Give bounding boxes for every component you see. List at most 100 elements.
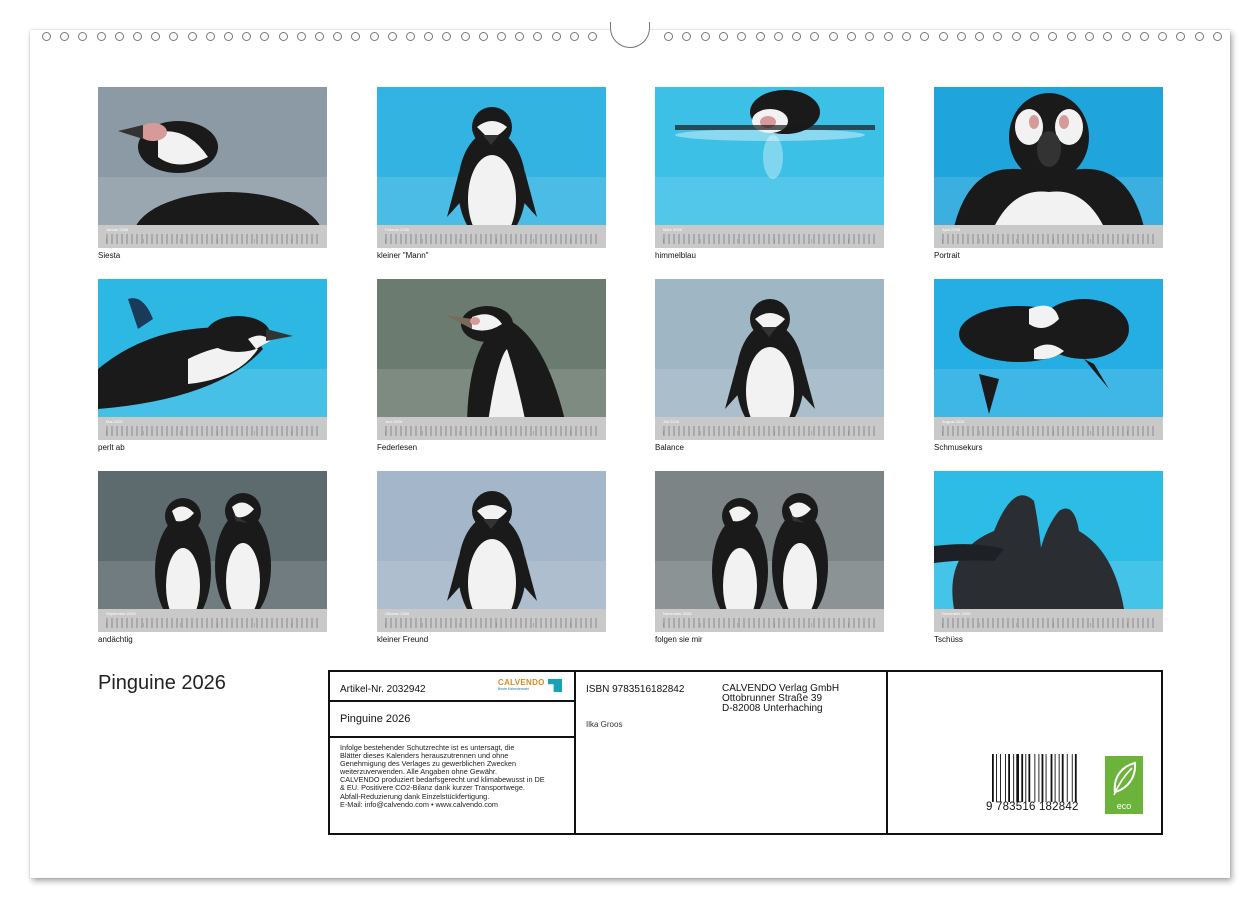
month-tile: September 2026 andächtig <box>98 471 327 644</box>
legal-text: Infolge bestehender Schutzrechte ist es … <box>340 743 572 809</box>
month-name: Februar 2026 <box>385 227 410 232</box>
month-tile: November 2026 folgen sie mir <box>655 471 884 644</box>
leaf-icon <box>1113 761 1137 796</box>
penguin-photo <box>934 87 1163 225</box>
calvendo-logo: CALVENDO Beste Kalenderwahl <box>498 678 564 696</box>
calendar-strip: Dezember 2026 <box>934 609 1163 632</box>
calendar-strip: Januar 2026 <box>98 225 327 248</box>
day-holidays <box>663 431 876 435</box>
binding-hole <box>1194 32 1204 41</box>
barcode: 9 783516 182842 <box>986 754 1080 814</box>
binding-hole <box>296 32 306 41</box>
binding-hole <box>442 32 452 41</box>
calendar-strip: August 2026 <box>934 417 1163 440</box>
day-holidays <box>663 623 876 627</box>
binding-hole <box>956 32 966 41</box>
binding-hole <box>114 32 124 41</box>
month-tile: Februar 2026 kleiner "Mann" <box>377 87 606 260</box>
photo-caption: himmelblau <box>655 251 696 260</box>
binding-hole <box>1121 32 1131 41</box>
binding-hole <box>792 32 802 41</box>
binding-hole <box>333 32 343 41</box>
photo-caption: Tschüss <box>934 635 963 644</box>
month-tile: Mai 2026 perlt ab <box>98 279 327 452</box>
month-tile: April 2026 Portrait <box>934 87 1163 260</box>
day-holidays <box>942 239 1155 243</box>
isbn: ISBN 9783516182842 <box>586 684 685 695</box>
photo-caption: andächtig <box>98 635 133 644</box>
penguin-photo <box>655 471 884 609</box>
photo-caption: Balance <box>655 443 684 452</box>
binding-hole <box>242 32 252 41</box>
binding-hole <box>369 32 379 41</box>
day-holidays <box>106 239 319 243</box>
info-box: Artikel-Nr. 2032942 CALVENDO Beste Kalen… <box>328 670 1163 835</box>
binding-hole <box>151 32 161 41</box>
binding-hole <box>847 32 856 41</box>
binding-hole <box>515 32 525 41</box>
day-holidays <box>385 431 598 435</box>
penguin-photo <box>98 471 327 609</box>
month-name: März 2026 <box>663 227 682 232</box>
photo-caption: kleiner Freund <box>377 635 429 644</box>
binding-hole <box>883 32 893 41</box>
binding-hole <box>42 32 51 41</box>
penguin-photo <box>934 279 1163 417</box>
binding-hole <box>315 32 324 41</box>
calendar-strip: März 2026 <box>655 225 884 248</box>
day-holidays <box>385 239 598 243</box>
binding-hole <box>78 32 88 41</box>
binding-hole <box>1084 32 1094 41</box>
calendar-title: Pinguine 2026 <box>98 672 226 694</box>
day-holidays <box>106 431 319 435</box>
binding-hole <box>406 32 415 41</box>
binding-hole <box>1213 32 1222 41</box>
penguin-photo <box>377 87 606 225</box>
day-holidays <box>106 623 319 627</box>
calendar-strip: September 2026 <box>98 609 327 632</box>
calendar-strip: Juli 2026 <box>655 417 884 440</box>
binding-hole <box>1066 32 1076 41</box>
barcode-number: 9 783516 182842 <box>986 801 1079 813</box>
binding-hole <box>551 32 561 41</box>
binding-hole <box>993 32 1003 41</box>
author: Ilka Groos <box>586 720 623 729</box>
month-name: April 2026 <box>942 227 961 232</box>
penguin-photo <box>377 279 606 417</box>
month-name: Juli 2026 <box>663 419 680 424</box>
binding-hole <box>497 32 506 41</box>
binding-hole <box>828 32 838 41</box>
day-holidays <box>663 239 876 243</box>
calendar-strip: Oktober 2026 <box>377 609 606 632</box>
legal-line: E-Mail: info@calvendo.com • www.calvendo… <box>340 799 498 809</box>
title-cell: Pinguine 2026 <box>330 702 574 738</box>
binding-hole <box>700 32 710 41</box>
photo-caption: Federlesen <box>377 443 418 452</box>
binding-hole <box>460 32 470 41</box>
eco-label: eco <box>1116 801 1132 811</box>
month-name: November 2026 <box>663 611 692 616</box>
info-column-left: Artikel-Nr. 2032942 CALVENDO Beste Kalen… <box>330 672 576 833</box>
publisher-line: D-82008 Unterhaching <box>722 703 823 714</box>
month-tile: Juli 2026 Balance <box>655 279 884 452</box>
binding-hole <box>682 32 692 41</box>
penguin-photo <box>377 471 606 609</box>
binding-hole <box>810 32 820 41</box>
binding-hole <box>901 32 911 41</box>
calendar-strip: Mai 2026 <box>98 417 327 440</box>
month-tile: August 2026 Schmusekurs <box>934 279 1163 452</box>
binding-hole <box>478 32 488 41</box>
binding-hole <box>187 32 197 41</box>
binding-hole <box>60 32 70 41</box>
month-name: Dezember 2026 <box>942 611 971 616</box>
photo-caption: perlt ab <box>98 443 125 452</box>
month-tile: März 2026 himmelblau <box>655 87 884 260</box>
article-number: Artikel-Nr. 2032942 <box>340 684 426 695</box>
photo-caption: Portrait <box>934 251 960 260</box>
month-name: Juni 2026 <box>385 419 403 424</box>
binding-hole <box>718 32 728 41</box>
month-name: September 2026 <box>106 611 136 616</box>
binding-hole <box>1011 32 1021 41</box>
binding-hole <box>424 32 434 41</box>
binding-hole <box>773 32 783 41</box>
